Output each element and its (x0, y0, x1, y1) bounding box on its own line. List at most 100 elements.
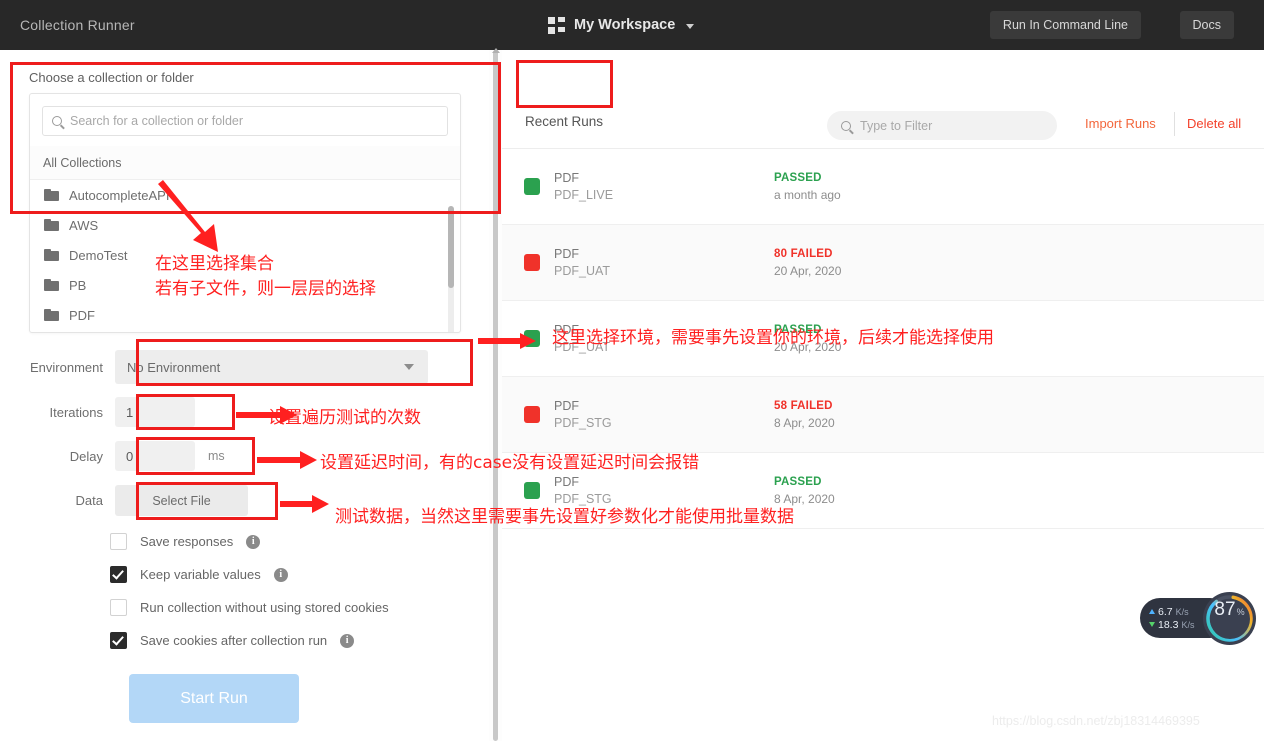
run-result: PASSED 8 Apr, 2020 (774, 474, 994, 508)
run-identity: PDF PDF_STG (554, 474, 774, 508)
run-row[interactable]: PDF PDF_LIVE PASSED a month ago (502, 149, 1264, 225)
option-checkbox-row[interactable]: Save cookies after collection run i (110, 632, 355, 649)
delete-all-button[interactable]: Delete all (1187, 116, 1241, 131)
collection-list-item[interactable]: AutocompleteAPI (30, 180, 460, 210)
run-date: a month ago (774, 187, 841, 202)
checkbox-checked-icon[interactable] (110, 566, 127, 583)
collection-name: DemoTest (69, 247, 128, 263)
run-collection-name: PDF (554, 170, 579, 185)
search-collection-field[interactable]: Search for a collection or folder (42, 106, 448, 136)
checkbox-unchecked-icon[interactable] (110, 599, 127, 616)
run-status-indicator (524, 254, 540, 271)
environment-value: No Environment (127, 359, 221, 375)
run-environment-name: PDF_UAT (554, 263, 611, 278)
download-value: 18.3 (1158, 618, 1179, 631)
folder-icon (44, 249, 59, 261)
select-file-button[interactable]: Select File (115, 485, 248, 516)
checkbox-checked-icon[interactable] (110, 632, 127, 649)
environment-select[interactable]: No Environment (115, 350, 428, 384)
start-run-button[interactable]: Start Run (129, 674, 299, 723)
run-collection-name: PDF (554, 474, 579, 489)
option-label: Keep variable values (140, 567, 261, 582)
folder-icon (44, 189, 59, 201)
option-checkbox-row[interactable]: Save responses i (110, 533, 261, 550)
run-row[interactable]: PDF PDF_UAT 80 FAILED 20 Apr, 2020 (502, 225, 1264, 301)
run-verdict: 58 FAILED (774, 399, 833, 412)
docs-button[interactable]: Docs (1179, 11, 1234, 39)
collection-name: AutocompleteAPI (69, 187, 170, 203)
info-icon[interactable]: i (340, 633, 355, 648)
search-icon (841, 120, 851, 131)
search-collection-placeholder: Search for a collection or folder (70, 114, 244, 128)
all-collections-header: All Collections (30, 146, 460, 180)
watermark: https://blog.csdn.net/zbj18314469395 (992, 714, 1200, 728)
option-checkbox-row[interactable]: Run collection without using stored cook… (110, 599, 389, 616)
iterations-row: Iterations 1 (0, 397, 195, 427)
data-row: Data Select File (0, 485, 248, 516)
annotation-environment-text: 这里选择环境，需要事先设置你的环境，后续才能选择使用 (552, 328, 994, 348)
option-checkbox-row[interactable]: Keep variable values i (110, 566, 288, 583)
scroll-up-arrow-icon[interactable] (492, 46, 500, 53)
data-label: Data (75, 493, 103, 508)
folder-icon (44, 309, 59, 321)
annotation-data-text: 测试数据，当然这里需要事先设置好参数化才能使用批量数据 (335, 507, 794, 527)
pane-divider[interactable] (489, 48, 502, 741)
run-in-command-line-button[interactable]: Run In Command Line (989, 11, 1141, 39)
run-status-indicator (524, 330, 540, 347)
divider-scrollbar[interactable] (493, 50, 498, 741)
chooser-label: Choose a collection or folder (29, 70, 194, 85)
run-row[interactable]: PDF PDF_STG 58 FAILED 8 Apr, 2020 (502, 377, 1264, 453)
option-label: Save responses (140, 534, 234, 549)
environment-label: Environment (30, 359, 103, 375)
annotation-delay-text: 设置延迟时间，有的case没有设置延迟时间会报错 (320, 453, 700, 473)
delay-input[interactable]: 0 (115, 441, 195, 471)
top-bar: Collection Runner My Workspace Run In Co… (0, 0, 1264, 50)
run-identity: PDF PDF_UAT (554, 246, 774, 280)
collection-name: PDF (69, 307, 95, 323)
run-result: 58 FAILED 8 Apr, 2020 (774, 398, 994, 432)
workspace-name: My Workspace (574, 17, 676, 33)
delay-label: Delay (69, 448, 103, 464)
run-verdict: 80 FAILED (774, 247, 833, 260)
filter-runs-placeholder: Type to Filter (860, 118, 933, 133)
annotation-collection-text: 在这里选择集合 若有子文件，则一层层的选择 (155, 254, 376, 299)
collection-list-item-partial[interactable] (30, 330, 460, 332)
run-status-indicator (524, 406, 540, 423)
run-date: 8 Apr, 2020 (774, 491, 835, 506)
workspace-switcher[interactable]: My Workspace (548, 0, 695, 50)
arrow-down-icon (1149, 622, 1155, 627)
run-identity: PDF PDF_LIVE (554, 170, 774, 204)
option-label: Run collection without using stored cook… (140, 600, 389, 615)
run-result: PASSED a month ago (774, 170, 994, 204)
run-collection-name: PDF (554, 398, 579, 413)
iterations-input[interactable]: 1 (115, 397, 195, 427)
download-unit: K/s (1181, 619, 1195, 630)
delay-unit: ms (208, 449, 225, 463)
run-environment-name: PDF_LIVE (554, 187, 614, 202)
cpu-usage-widget[interactable]: 87 % (1203, 592, 1256, 645)
page-title: Collection Runner (20, 17, 135, 33)
collection-list-item[interactable]: AWS (30, 210, 460, 240)
delay-row: Delay 0 ms (0, 441, 225, 471)
cpu-usage-unit: % (1236, 606, 1245, 617)
collection-list-scrollbar[interactable] (448, 206, 454, 332)
run-status-indicator (524, 178, 540, 195)
info-icon[interactable]: i (246, 534, 261, 549)
folder-icon (44, 279, 59, 291)
iterations-label: Iterations (49, 404, 103, 420)
environment-row: Environment No Environment (0, 350, 428, 384)
run-identity: PDF PDF_STG (554, 398, 774, 432)
collection-list-item[interactable]: PDF (30, 300, 460, 330)
cpu-usage-value: 87 (1214, 598, 1236, 620)
run-date: 8 Apr, 2020 (774, 415, 835, 430)
run-date: 20 Apr, 2020 (774, 263, 842, 278)
option-label: Save cookies after collection run (140, 633, 328, 648)
import-runs-button[interactable]: Import Runs (1085, 116, 1156, 131)
checkbox-unchecked-icon[interactable] (110, 533, 127, 550)
arrow-up-icon (1149, 609, 1155, 614)
filter-runs-input[interactable]: Type to Filter (827, 111, 1057, 140)
chevron-down-icon (404, 364, 414, 370)
info-icon[interactable]: i (273, 567, 288, 582)
run-verdict: PASSED (774, 171, 822, 184)
scrollbar-thumb[interactable] (448, 206, 454, 288)
